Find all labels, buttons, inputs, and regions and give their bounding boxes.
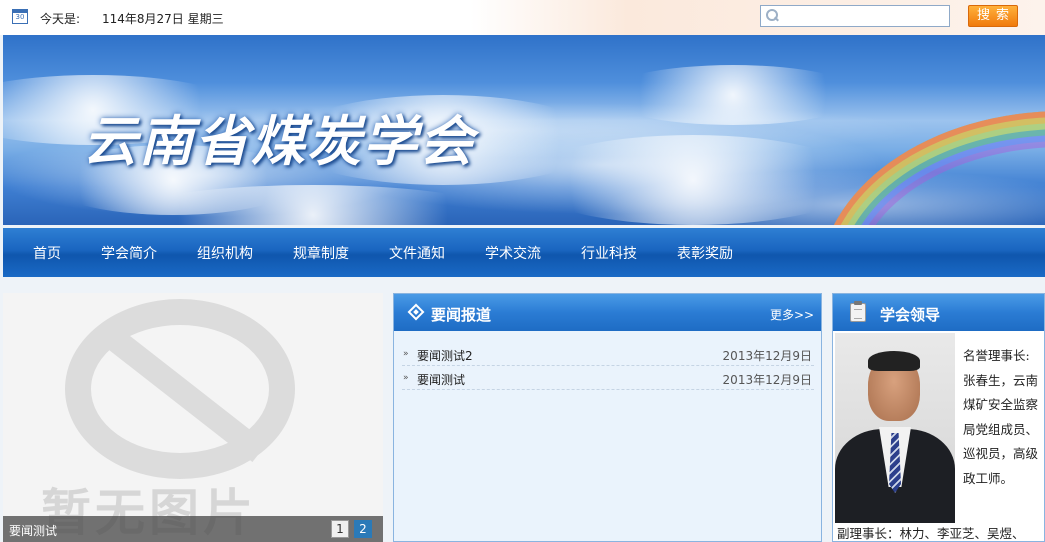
news-panel: 要闻报道 更多>> » 要闻测试2 2013年12月9日 » 要闻测试 2013… (393, 293, 822, 542)
news-item-date: 2013年12月9日 (722, 349, 812, 363)
news-panel-title: 要闻报道 (431, 306, 492, 324)
nav-item-notices[interactable]: 文件通知 (389, 243, 445, 263)
image-slider[interactable]: 暂无图片 要闻测试 1 2 (3, 293, 383, 542)
double-chevron-icon: » (403, 349, 409, 359)
search-box (760, 5, 950, 27)
search-button[interactable]: 搜索 (968, 5, 1018, 27)
nav-item-home[interactable]: 首页 (33, 243, 61, 263)
nav-item-regulations[interactable]: 规章制度 (293, 243, 349, 263)
leader-photo (835, 333, 955, 523)
leadership-panel-title: 学会领导 (880, 306, 941, 324)
leadership-panel-header: 学会领导 (833, 294, 1044, 331)
slider-caption[interactable]: 要闻测试 (9, 522, 57, 539)
slider-page-1[interactable]: 1 (331, 520, 349, 538)
nav-item-awards[interactable]: 表彰奖励 (677, 243, 733, 263)
nav-item-academic[interactable]: 学术交流 (485, 243, 541, 263)
clipboard-icon (850, 301, 866, 322)
leadership-panel: 学会领导 名誉理事长:张春生，云南煤矿安全监察局党组成员、巡视员，高级政工师。 … (832, 293, 1045, 542)
slider-caption-bar: 要闻测试 1 2 (3, 516, 383, 542)
top-bar: 30 今天是: 114年8月27日 星期三 搜索 (0, 0, 1045, 35)
header-banner: 云南省煤炭学会 (3, 35, 1045, 225)
leader-description: 名誉理事长:张春生，云南煤矿安全监察局党组成员、巡视员，高级政工师。 (963, 348, 1039, 486)
nav-item-technology[interactable]: 行业科技 (581, 243, 637, 263)
date-value: 114年8月27日 星期三 (102, 12, 224, 26)
double-chevron-icon: » (403, 373, 409, 383)
nav-item-organization[interactable]: 组织机构 (197, 243, 253, 263)
slider-page-2[interactable]: 2 (354, 520, 372, 538)
news-item-title[interactable]: 要闻测试 (417, 371, 465, 388)
search-input[interactable] (781, 7, 949, 25)
list-item[interactable]: » 要闻测试 2013年12月9日 (402, 366, 814, 390)
news-item-title[interactable]: 要闻测试2 (417, 347, 473, 364)
news-item-date: 2013年12月9日 (722, 373, 812, 387)
date-label: 今天是: (40, 12, 81, 26)
site-title: 云南省煤炭学会 (83, 109, 475, 173)
calendar-icon: 30 (12, 9, 28, 24)
nav-item-about[interactable]: 学会简介 (101, 243, 157, 263)
news-list: » 要闻测试2 2013年12月9日 » 要闻测试 2013年12月9日 (402, 342, 814, 390)
news-more-link[interactable]: 更多>> (770, 306, 814, 323)
search-icon (761, 6, 781, 26)
move-icon (407, 303, 425, 321)
main-nav: 首页 学会简介 组织机构 规章制度 文件通知 学术交流 行业科技 表彰奖励 (3, 228, 1045, 277)
list-item[interactable]: » 要闻测试2 2013年12月9日 (402, 342, 814, 366)
news-panel-header: 要闻报道 更多>> (394, 294, 821, 331)
vice-chairmen-text: 副理事长：林力、李亚芝、吴煜、 (837, 526, 1025, 541)
